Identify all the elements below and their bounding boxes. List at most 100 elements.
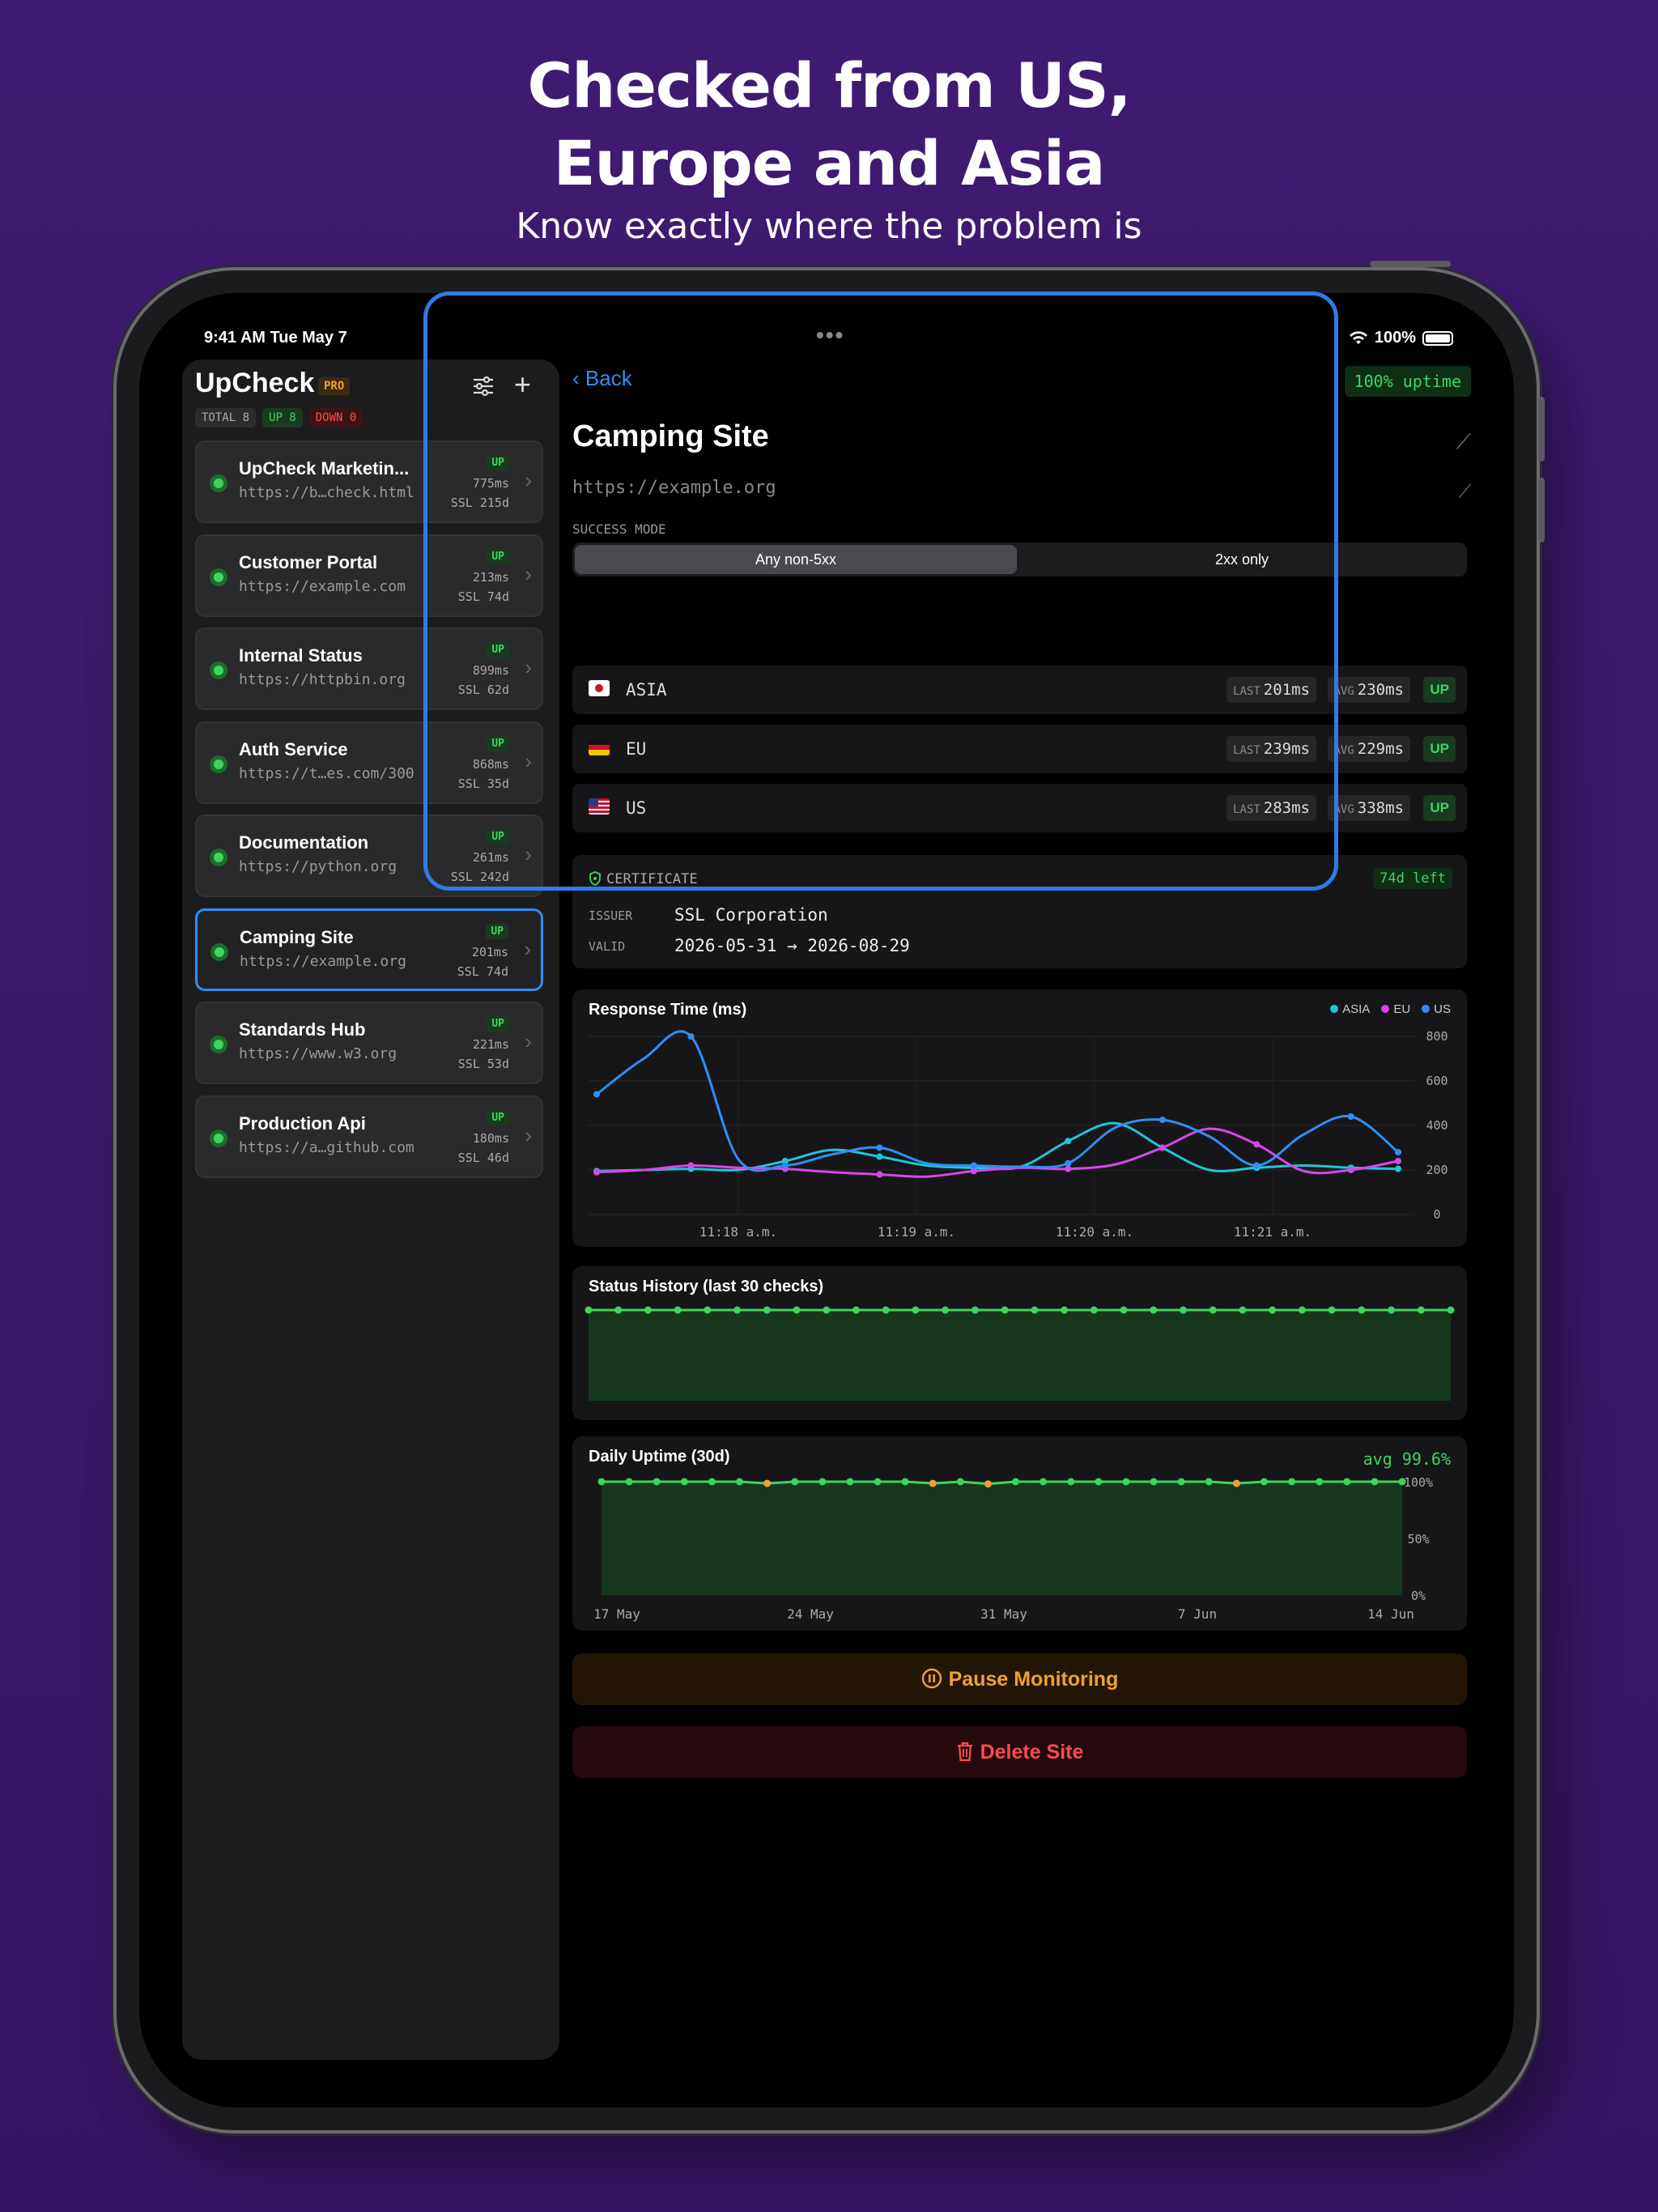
chevron-right-icon: › <box>524 936 531 961</box>
status-dot-icon <box>210 1129 227 1147</box>
site-name: Standards Hub <box>239 1019 366 1040</box>
x-tick-label: 11:21 a.m. <box>1234 1224 1312 1240</box>
top-button <box>1370 261 1451 267</box>
status-point <box>674 1306 682 1314</box>
status-right: 100% <box>1349 329 1453 347</box>
data-point <box>876 1144 883 1151</box>
x-tick-label: 31 May <box>980 1606 1027 1622</box>
status-point <box>1179 1306 1187 1314</box>
y-tick-label: 50% <box>1407 1532 1429 1546</box>
status-point <box>1269 1306 1277 1314</box>
summary-pills: TOTAL 8 UP 8 DOWN 0 <box>195 408 363 428</box>
data-point <box>970 1162 977 1169</box>
delete-label: Delete Site <box>980 1741 1084 1763</box>
site-row[interactable]: Camping Site https://example.org UP 201m… <box>195 908 543 991</box>
region-status-badge: UP <box>1423 795 1456 821</box>
status-point <box>823 1306 831 1314</box>
y-tick-label: 200 <box>1426 1163 1448 1177</box>
avg-value: 230ms <box>1357 681 1404 699</box>
site-row[interactable]: Production Api https://a…github.com UP 1… <box>195 1095 543 1178</box>
uptime-point <box>1232 1479 1240 1487</box>
daily-uptime-card: Daily Uptime (30d) avg 99.6% 100% 50% 0% 17… <box>572 1436 1467 1631</box>
status-point <box>1388 1306 1396 1314</box>
app-title: UpCheck <box>195 368 315 398</box>
status-dot-icon <box>210 474 227 492</box>
down-pill: DOWN 0 <box>308 408 363 428</box>
uptime-point <box>1095 1478 1103 1486</box>
uptime-point <box>846 1478 854 1486</box>
status-point <box>852 1306 861 1314</box>
uptime-point <box>791 1478 799 1486</box>
site-response-ms: 180ms <box>472 1130 509 1146</box>
site-url: https://a…github.com <box>239 1138 414 1156</box>
x-tick-label: 11:20 a.m. <box>1056 1224 1133 1240</box>
headline-line-2: Europe and Asia <box>553 127 1106 199</box>
data-point <box>593 1168 600 1176</box>
daily-uptime-chart: 100% 50% 0% 17 May 24 May 31 May 7 Jun 14 Jun <box>593 1475 1433 1622</box>
pause-circle-icon <box>921 1668 942 1689</box>
chevron-right-icon: › <box>525 1029 532 1053</box>
edit-title-pencil-icon[interactable]: ⟋ <box>1456 429 1471 455</box>
x-tick-label: 14 Jun <box>1367 1606 1414 1622</box>
status-point <box>1447 1306 1455 1314</box>
site-url: https://t…es.com/300 <box>239 764 414 782</box>
uptime-point <box>1260 1478 1268 1486</box>
status-point <box>585 1306 593 1314</box>
status-point <box>733 1306 742 1314</box>
uptime-point <box>984 1480 992 1488</box>
region-status-badge: UP <box>1423 677 1456 703</box>
uptime-point <box>597 1478 606 1486</box>
data-point <box>1158 1117 1166 1124</box>
site-url: https://www.w3.org <box>239 1045 397 1062</box>
valid-value: 2026-05-31 → 2026-08-29 <box>674 936 910 955</box>
site-status-badge: UP <box>487 1016 509 1032</box>
pause-label: Pause Monitoring <box>948 1668 1119 1691</box>
headline: Checked from US, Europe and Asia <box>0 47 1658 202</box>
status-point <box>882 1306 890 1314</box>
pause-monitoring-button[interactable]: Pause Monitoring <box>572 1653 1467 1705</box>
uptime-point <box>874 1478 882 1486</box>
data-point <box>1395 1158 1401 1164</box>
delete-site-button[interactable]: Delete Site <box>572 1726 1467 1778</box>
site-name: Customer Portal <box>239 551 378 572</box>
status-point <box>1209 1306 1217 1314</box>
status-point <box>1061 1306 1069 1314</box>
status-point <box>793 1306 801 1314</box>
headline-line-1: Checked from US, <box>527 49 1131 121</box>
site-ssl-days: SSL 46d <box>457 1150 509 1165</box>
y-tick-label: 0% <box>1411 1589 1426 1603</box>
x-tick-label: 11:18 a.m. <box>699 1224 777 1240</box>
subheadline: Know exactly where the problem is <box>516 206 1142 247</box>
status-history-card: Status History (last 30 checks) <box>572 1266 1467 1420</box>
uptime-point <box>901 1478 909 1486</box>
site-row[interactable]: Standards Hub https://www.w3.org UP 221m… <box>195 1002 543 1084</box>
site-name: Documentation <box>239 832 369 853</box>
site-response-ms: 221ms <box>472 1037 509 1052</box>
trash-icon <box>957 1742 972 1762</box>
pro-badge: PRO <box>318 377 351 395</box>
status-point <box>1001 1306 1009 1314</box>
site-name: UpCheck Marketin... <box>239 458 410 479</box>
site-name: Auth Service <box>239 738 348 759</box>
region-status-badge: UP <box>1423 736 1456 762</box>
status-point <box>763 1306 771 1314</box>
status-point <box>942 1306 950 1314</box>
y-tick-label: 0 <box>1433 1207 1440 1222</box>
data-point <box>593 1091 600 1098</box>
x-tick-label: 7 Jun <box>1178 1606 1217 1622</box>
data-point <box>687 1162 695 1169</box>
status-point <box>1298 1306 1306 1314</box>
issuer-value: SSL Corporation <box>674 905 828 925</box>
uptime-point <box>1012 1478 1020 1486</box>
site-url: https://python.org <box>239 858 397 875</box>
site-url: https://b…check.html <box>239 484 414 501</box>
uptime-point <box>680 1478 688 1486</box>
data-point <box>1347 1113 1354 1120</box>
data-point <box>1065 1138 1072 1145</box>
volume-down-button <box>1538 478 1545 542</box>
edit-url-pencil-icon[interactable]: ⟋ <box>1459 481 1471 502</box>
uptime-point <box>1122 1478 1130 1486</box>
status-dot-icon <box>210 849 227 866</box>
wifi-icon <box>1349 330 1367 344</box>
response-time-chart: 0 200 400 600 800 11:18 a.m. 11:19 a.m. 11:20 a… <box>589 1029 1448 1240</box>
